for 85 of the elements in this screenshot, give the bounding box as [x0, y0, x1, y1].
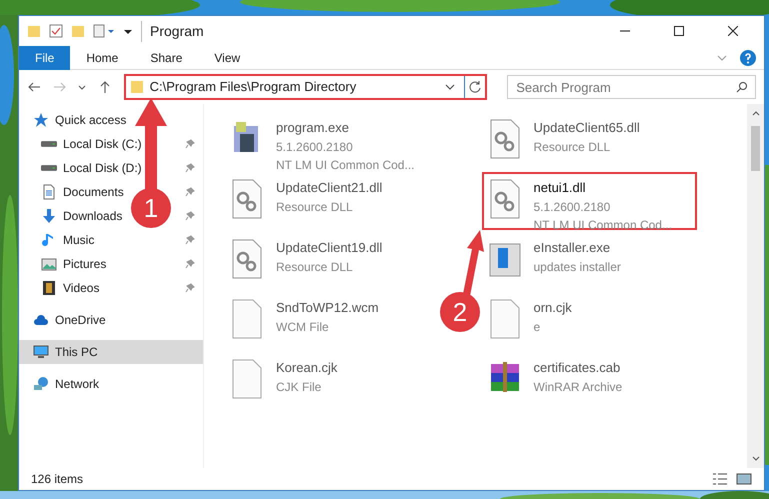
status-text: 126 items — [31, 471, 84, 488]
ribbon-tab[interactable]: Home — [70, 46, 134, 70]
pin-icon[interactable] — [185, 283, 195, 293]
gear-file-icon — [230, 238, 264, 280]
details-view-icon[interactable] — [712, 472, 728, 486]
file-name: SndToWP12.wcm — [276, 299, 379, 317]
properties-icon[interactable] — [93, 24, 115, 38]
file-item[interactable]: certificates.cab WinRAR Archive — [482, 352, 696, 410]
file-item[interactable]: eInstaller.exe updates installer — [482, 232, 696, 290]
ribbon-tab[interactable]: View — [198, 46, 256, 70]
blank-file-icon — [488, 298, 522, 340]
maximize-icon — [674, 26, 684, 36]
checklist-icon[interactable] — [49, 24, 63, 38]
file-detail: CJK File — [276, 378, 322, 396]
file-name: UpdateClient65.dll — [534, 119, 640, 137]
file-item[interactable]: UpdateClient19.dll Resource DLL — [224, 232, 439, 290]
gear-file-icon — [488, 178, 522, 220]
film-icon — [41, 280, 57, 296]
sidebar-item[interactable]: Documents — [41, 183, 124, 201]
window-title: Program — [141, 20, 204, 42]
pin-icon[interactable] — [185, 235, 195, 245]
globe-monitor-icon — [33, 376, 49, 392]
file-item[interactable]: orn.cjk e — [482, 292, 696, 350]
file-detail: 5.1.2600.2180 — [534, 198, 612, 216]
sidebar-item[interactable]: This PC — [33, 343, 98, 361]
drive-icon — [41, 141, 57, 147]
gear-file-icon — [230, 178, 264, 220]
file-name: orn.cjk — [534, 299, 572, 317]
file-detail: Resource DLL — [534, 138, 612, 156]
sidebar-item[interactable]: Local Disk (D:) — [41, 159, 142, 177]
sidebar-item[interactable]: Downloads — [41, 207, 122, 225]
search-field[interactable]: Search Program — [507, 75, 756, 99]
blank-file-icon — [230, 298, 264, 340]
close-icon — [728, 26, 738, 36]
down-arrow-icon — [41, 208, 57, 224]
folder-icon — [130, 80, 144, 94]
file-name: program.exe — [276, 119, 350, 137]
ribbon-tab[interactable]: Share — [134, 46, 198, 70]
file-name: certificates.cab — [534, 359, 622, 377]
file-item[interactable]: UpdateClient21.dll Resource DLL — [224, 172, 439, 230]
large-icons-view-icon[interactable] — [736, 472, 752, 486]
pin-icon[interactable] — [185, 163, 195, 173]
sidebar-item[interactable]: OneDrive — [33, 311, 106, 329]
file-name: Korean.cjk — [276, 359, 338, 377]
sidebar-item[interactable]: Network — [33, 375, 100, 393]
ribbon-tab[interactable]: File — [19, 46, 70, 70]
address-bar[interactable]: C:\Program Files\Program Directory — [124, 74, 488, 100]
file-name: UpdateClient19.dll — [276, 239, 382, 257]
file-detail: 5.1.2600.2180 — [276, 138, 354, 156]
file-detail: Resource DLL — [276, 258, 354, 276]
star-icon — [33, 112, 49, 128]
monitor-icon — [33, 344, 49, 360]
pin-icon[interactable] — [185, 139, 195, 149]
sidebar-item[interactable]: Music — [41, 231, 94, 249]
scrollbar[interactable] — [747, 104, 764, 468]
sidebar-item[interactable]: Videos — [41, 279, 100, 297]
blank-file-icon — [230, 358, 264, 400]
sidebar-item[interactable]: Quick access — [33, 111, 126, 129]
file-item[interactable]: SndToWP12.wcm WCM File — [224, 292, 439, 350]
drive-icon — [41, 165, 57, 171]
file-item[interactable]: Korean.cjk CJK File — [224, 352, 439, 410]
up-arrow-icon[interactable] — [98, 80, 112, 94]
file-detail: e — [534, 318, 542, 336]
file-detail: WinRAR Archive — [534, 378, 622, 396]
file-item[interactable]: netui1.dll 5.1.2600.2180 NT LM UI Common Cod... — [482, 172, 696, 230]
pin-icon[interactable] — [185, 211, 195, 221]
sidebar-item[interactable]: Pictures — [41, 255, 106, 273]
scroll-thumb[interactable] — [751, 126, 760, 171]
pin-icon[interactable] — [185, 259, 195, 269]
file-detail: WCM File — [276, 318, 330, 336]
file-item[interactable]: UpdateClient65.dll Resource DLL — [482, 112, 696, 170]
back-arrow-icon[interactable] — [27, 80, 41, 94]
document-icon — [41, 184, 57, 200]
file-name: UpdateClient21.dll — [276, 179, 382, 197]
pin-icon[interactable] — [185, 187, 195, 197]
sidebar-item[interactable]: Local Disk (C:) — [41, 135, 142, 153]
help-icon[interactable] — [740, 50, 756, 66]
landscape-icon — [41, 256, 57, 272]
file-detail: updates installer — [534, 258, 621, 276]
search-icon[interactable] — [736, 81, 748, 93]
file-name: eInstaller.exe — [534, 239, 612, 257]
file-name: netui1.dll — [534, 179, 587, 197]
gear-file-icon — [488, 118, 522, 160]
cloud-icon — [33, 312, 49, 328]
file-detail: Resource DLL — [276, 198, 354, 216]
